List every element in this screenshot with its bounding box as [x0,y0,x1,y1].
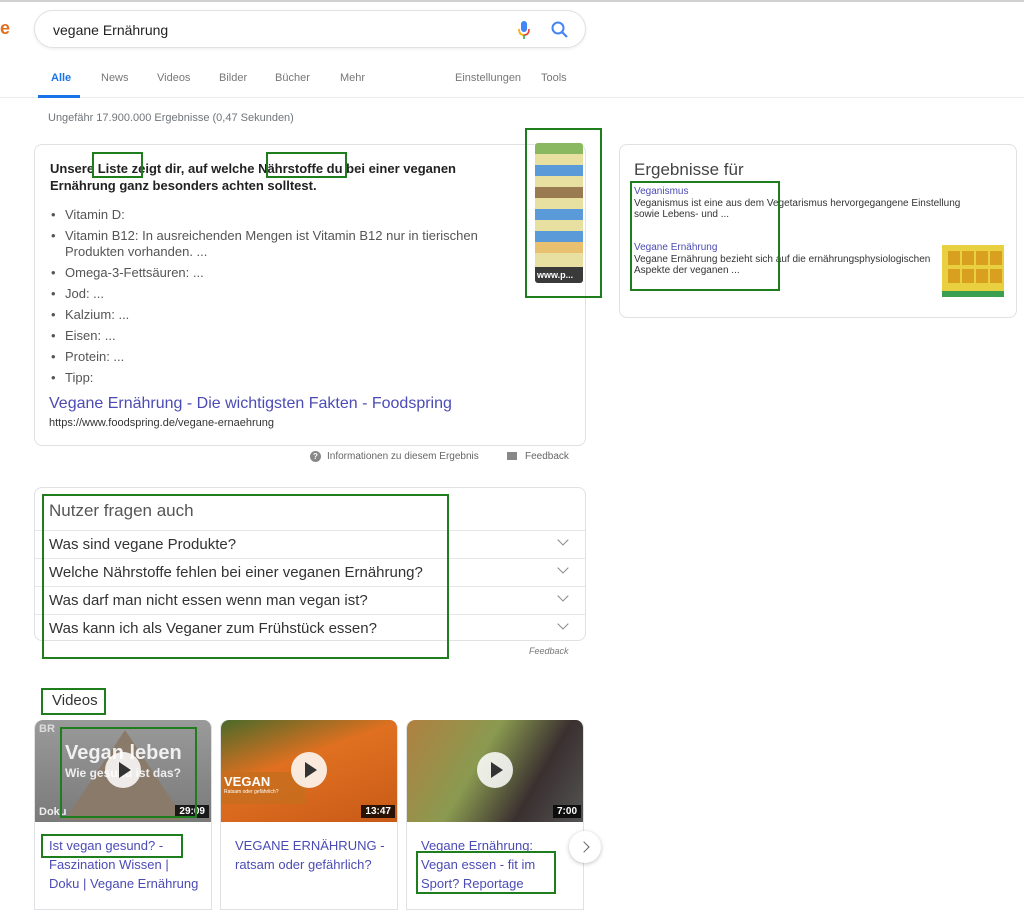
thumbnail-tag: Doku [39,806,67,818]
mic-icon[interactable] [517,20,531,40]
search-input[interactable] [53,19,493,41]
tab-news[interactable]: News [101,72,129,84]
tab-videos[interactable]: Videos [157,72,190,84]
question-text: Welche Nährstoffe fehlen bei einer vegan… [49,564,423,581]
chevron-down-icon [557,618,569,630]
list-item: Kalzium: ... [50,307,520,323]
panel-title: Ergebnisse für [634,160,744,179]
chevron-down-icon [557,590,569,602]
thumbnail-overlay-subtitle: Ratsam oder gefährlich? [224,789,279,795]
video-title-link[interactable]: VEGANE ERNÄHRUNG - ratsam oder gefährlic… [235,836,385,874]
results-for-desc: Vegane Ernährung bezieht sich auf die er… [634,254,931,276]
list-item: Tipp: [50,370,520,386]
list-item: Jod: ... [50,286,520,302]
video-card[interactable]: VEGAN Ratsam oder gefährlich? 13:47 VEGA… [220,720,398,910]
channel-logo: BR [39,723,55,735]
paa-question[interactable]: Was kann ich als Veganer zum Frühstück e… [35,614,585,642]
tab-buecher[interactable]: Bücher [275,72,310,84]
tab-alle[interactable]: Alle [51,72,71,84]
results-for-desc: Veganismus ist eine aus dem Vegetarismus… [634,198,961,220]
video-thumbnail[interactable]: 7:00 [407,720,583,822]
video-thumbnail[interactable]: VEGAN Ratsam oder gefährlich? 13:47 [221,720,397,822]
play-icon[interactable] [105,752,141,788]
question-text: Was sind vegane Produkte? [49,536,237,553]
snippet-list: Vitamin D: Vitamin B12: In ausreichenden… [50,207,520,391]
top-border [0,0,1024,2]
about-result[interactable]: ? Informationen zu diesem Ergebnis [310,451,479,462]
list-item: Eisen: ... [50,328,520,344]
snippet-infographic-thumbnail[interactable]: www.p... [535,143,583,283]
help-icon: ? [310,451,321,462]
feedback-label: Feedback [525,451,569,462]
videos-heading: Videos [52,692,98,709]
paa-question[interactable]: Was sind vegane Produkte? [35,530,585,558]
about-result-label: Informationen zu diesem Ergebnis [327,451,479,463]
chevron-right-icon[interactable] [569,831,601,863]
video-thumbnail[interactable]: BR Vegan leben Wie gesund ist das? Doku … [35,720,211,822]
search-box[interactable] [34,10,586,48]
results-for-item: Veganismus Veganismus ist eine aus dem V… [634,186,964,220]
video-card[interactable]: 7:00 Vegane Ernährung: Vegan essen - fit… [406,720,584,910]
list-item: Omega-3-Fettsäuren: ... [50,265,520,281]
video-duration: 7:00 [552,805,581,818]
play-icon[interactable] [477,752,513,788]
play-icon[interactable] [291,752,327,788]
snippet-result-link[interactable]: Vegane Ernährung - Die wichtigsten Fakte… [49,395,452,413]
question-text: Was kann ich als Veganer zum Frühstück e… [49,620,377,637]
thumbnail-caption: www.p... [535,267,583,283]
search-tabs: Alle News Videos Bilder Bücher Mehr Eins… [0,60,1024,98]
tab-einstellungen[interactable]: Einstellungen [455,72,521,84]
list-item: Protein: ... [50,349,520,365]
tab-tools[interactable]: Tools [541,72,567,84]
people-also-ask: Nutzer fragen auch Was sind vegane Produ… [34,487,586,641]
paa-feedback-link[interactable]: Feedback [529,646,569,656]
question-text: Was darf man nicht essen wenn man vegan … [49,592,368,609]
tab-bilder[interactable]: Bilder [219,72,247,84]
logo[interactable]: e [0,18,10,39]
search-icon[interactable] [550,20,570,40]
featured-snippet: Unsere Liste zeigt dir, auf welche Nährs… [34,144,586,446]
video-duration: 29:09 [175,805,209,818]
tab-mehr[interactable]: Mehr [340,72,365,84]
video-duration: 13:47 [361,805,395,818]
results-for-item: Vegane Ernährung Vegane Ernährung bezieh… [634,242,934,276]
feedback-icon [507,452,517,461]
chevron-down-icon [557,562,569,574]
snippet-url: https://www.foodspring.de/vegane-ernaehr… [49,417,275,429]
snippet-title: Unsere Liste zeigt dir, auf welche Nährs… [50,161,456,193]
paa-title: Nutzer fragen auch [49,501,194,520]
paa-question[interactable]: Welche Nährstoffe fehlen bei einer vegan… [35,558,585,586]
list-item: Vitamin D: [50,207,520,223]
video-card[interactable]: BR Vegan leben Wie gesund ist das? Doku … [34,720,212,910]
results-for-thumbnail[interactable]: B12 [942,245,1004,297]
list-item: Vitamin B12: In ausreichenden Mengen ist… [50,228,520,260]
thumbnail-overlay-title: VEGAN [224,774,271,789]
chevron-down-icon [557,534,569,546]
active-tab-indicator [38,95,80,98]
paa-question[interactable]: Was darf man nicht essen wenn man vegan … [35,586,585,614]
video-title-link[interactable]: Vegane Ernährung: Vegan essen - fit im S… [421,836,571,893]
results-for-panel: Ergebnisse für Veganismus Veganismus ist… [619,144,1017,318]
results-for-link[interactable]: Vegane Ernährung [634,242,934,253]
results-for-link[interactable]: Veganismus [634,186,964,197]
snippet-feedback[interactable]: Feedback [507,451,569,462]
result-stats: Ungefähr 17.900.000 Ergebnisse (0,47 Sek… [48,112,294,124]
video-title-link[interactable]: Ist vegan gesund? - Faszination Wissen |… [49,836,199,893]
thumbnail-label: B12 [942,291,960,297]
